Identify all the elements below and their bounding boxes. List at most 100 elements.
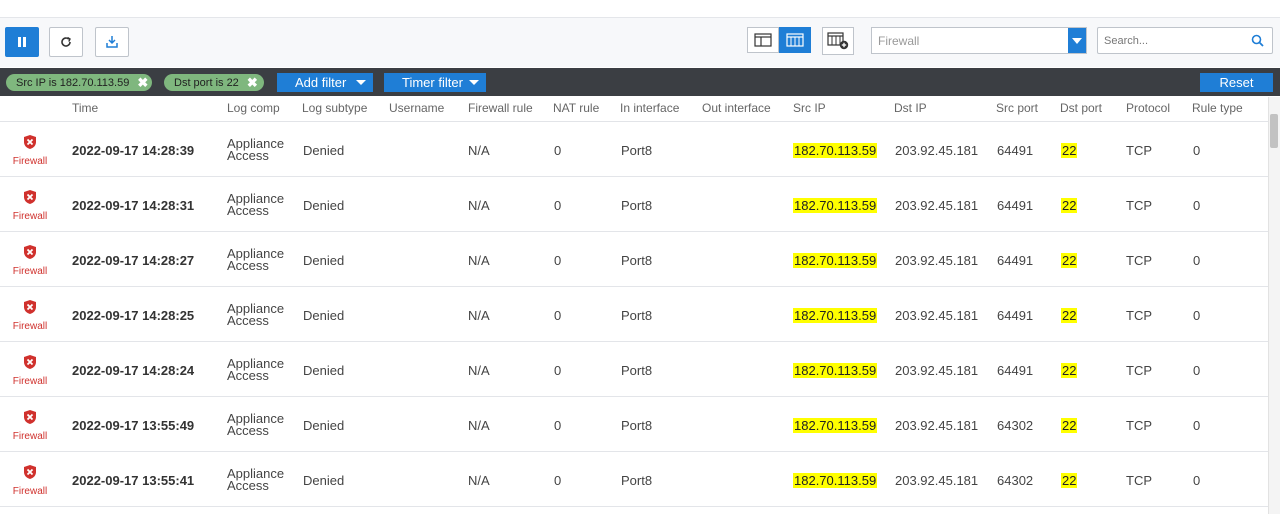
- cell-in-interface: Port8: [621, 418, 653, 433]
- cell-dst-ip: 203.92.45.181: [895, 473, 979, 488]
- cell-protocol: TCP: [1126, 418, 1152, 433]
- table-row[interactable]: Firewall 2022-09-17 14:28:24 Appliance Acce…: [0, 342, 1268, 397]
- cell-src-port: 64491: [997, 143, 1034, 158]
- cell-log-comp: Appliance Access: [227, 467, 284, 493]
- cell-time: 2022-09-17 13:55:41: [72, 473, 195, 488]
- cell-dst-ip: 203.92.45.181: [895, 143, 979, 158]
- table-row[interactable]: Firewall 2022-09-17 14:28:31 Appliance Acce…: [0, 177, 1268, 232]
- vertical-scrollbar[interactable]: [1268, 97, 1280, 514]
- add-filter-button[interactable]: Add filter: [277, 73, 373, 92]
- reset-button[interactable]: Reset: [1200, 73, 1273, 92]
- cell-src-ip: 182.70.113.59: [793, 143, 878, 158]
- module-label: Firewall: [12, 321, 48, 332]
- firewall-module: Firewall: [11, 134, 49, 167]
- log-comp-line2: Access: [227, 368, 269, 383]
- firewall-module: Firewall: [11, 189, 49, 222]
- log-type-select[interactable]: Firewall: [871, 27, 1087, 54]
- log-comp-line2: Access: [227, 423, 269, 438]
- log-comp-line2: Access: [227, 148, 269, 163]
- refresh-button[interactable]: [49, 27, 83, 57]
- add-column-button[interactable]: [822, 27, 854, 55]
- remove-filter-icon[interactable]: ✖: [247, 75, 258, 91]
- column-time[interactable]: Time: [72, 101, 98, 115]
- table-row[interactable]: Firewall 2022-09-17 13:55:41 Appliance Acce…: [0, 452, 1268, 507]
- cell-log-subtype: Denied: [303, 418, 345, 433]
- search-icon[interactable]: [1251, 34, 1264, 52]
- export-button[interactable]: [95, 27, 129, 57]
- cell-dst-ip: 203.92.45.181: [895, 363, 979, 378]
- filter-chip-src-ip[interactable]: Src IP is 182.70.113.59 ✖: [6, 74, 152, 91]
- column-nat-rule[interactable]: NAT rule: [553, 101, 599, 115]
- cell-nat-rule: 0: [554, 143, 562, 158]
- shield-icon: [22, 410, 38, 429]
- cell-log-comp: Appliance Access: [227, 192, 284, 217]
- cell-nat-rule: 0: [554, 418, 562, 433]
- column-out-interface[interactable]: Out interface: [702, 101, 771, 115]
- shield-icon: [22, 355, 38, 374]
- cell-firewall-rule: N/A: [468, 198, 490, 213]
- column-dst-port[interactable]: Dst port: [1060, 101, 1102, 115]
- shield-icon: [22, 135, 38, 154]
- cell-src-ip: 182.70.113.59: [793, 198, 878, 213]
- search-box[interactable]: [1097, 27, 1273, 54]
- module-label: Firewall: [12, 156, 48, 167]
- cell-in-interface: Port8: [621, 363, 653, 378]
- cell-nat-rule: 0: [554, 308, 562, 323]
- cell-dst-port: 22: [1061, 143, 1078, 158]
- pause-button[interactable]: [5, 27, 39, 57]
- shield-icon: [22, 190, 38, 209]
- table-row[interactable]: Firewall 2022-09-17 13:55:49 Appliance Acce…: [0, 397, 1268, 452]
- table-header: Time Log comp Log subtype Username Firew…: [0, 97, 1268, 122]
- top-strip: [0, 0, 1280, 18]
- cell-firewall-rule: N/A: [468, 308, 490, 323]
- add-filter-label: Add filter: [295, 75, 347, 90]
- grid-view-button[interactable]: [779, 27, 811, 53]
- column-src-port[interactable]: Src port: [996, 101, 1038, 115]
- cell-in-interface: Port8: [621, 473, 653, 488]
- column-log-subtype[interactable]: Log subtype: [302, 101, 367, 115]
- log-comp-line2: Access: [227, 313, 269, 328]
- cell-rule-type: 0: [1193, 363, 1201, 378]
- log-table-body: Firewall 2022-09-17 14:28:39 Appliance Acce…: [0, 122, 1268, 514]
- column-src-ip[interactable]: Src IP: [793, 101, 826, 115]
- search-input[interactable]: [1104, 32, 1244, 49]
- cell-time: 2022-09-17 14:28:25: [72, 308, 195, 323]
- table-row[interactable]: Firewall 2022-09-17 14:28:39 Appliance Acce…: [0, 122, 1268, 177]
- module-label: Firewall: [12, 266, 48, 277]
- cell-log-subtype: Denied: [303, 473, 345, 488]
- cell-log-comp: Appliance Access: [227, 357, 284, 383]
- cell-nat-rule: 0: [554, 198, 562, 213]
- chevron-down-icon: [356, 80, 366, 85]
- table-row[interactable]: Firewall 2022-09-17 14:28:25 Appliance Acce…: [0, 287, 1268, 342]
- column-protocol[interactable]: Protocol: [1126, 101, 1170, 115]
- detail-view-button[interactable]: [747, 27, 779, 53]
- cell-rule-type: 0: [1193, 253, 1201, 268]
- filter-chip-dst-port[interactable]: Dst port is 22 ✖: [164, 74, 264, 91]
- cell-time: 2022-09-17 14:28:24: [72, 363, 195, 378]
- column-log-comp[interactable]: Log comp: [227, 101, 280, 115]
- cell-firewall-rule: N/A: [468, 363, 490, 378]
- export-icon: [106, 36, 118, 48]
- cell-protocol: TCP: [1126, 308, 1152, 323]
- module-label: Firewall: [12, 211, 48, 222]
- column-rule-type[interactable]: Rule type: [1192, 101, 1243, 115]
- column-in-interface[interactable]: In interface: [620, 101, 679, 115]
- module-label: Firewall: [12, 486, 48, 497]
- remove-filter-icon[interactable]: ✖: [137, 75, 148, 91]
- column-username[interactable]: Username: [389, 101, 444, 115]
- timer-filter-label: Timer filter: [402, 75, 463, 90]
- table-row[interactable]: Firewall 2022-09-17 14:28:27 Appliance Acce…: [0, 232, 1268, 287]
- toolbar: Firewall: [0, 18, 1280, 67]
- cell-src-port: 64302: [997, 418, 1034, 433]
- column-dst-ip[interactable]: Dst IP: [894, 101, 927, 115]
- log-comp-line2: Access: [227, 478, 269, 493]
- chevron-down-icon[interactable]: [1068, 28, 1086, 53]
- grid-view-icon: [786, 33, 804, 47]
- scrollbar-thumb[interactable]: [1270, 114, 1278, 148]
- shield-icon: [22, 300, 38, 319]
- timer-filter-button[interactable]: Timer filter: [384, 73, 486, 92]
- cell-dst-port: 22: [1061, 473, 1078, 488]
- cell-log-subtype: Denied: [303, 253, 345, 268]
- cell-protocol: TCP: [1126, 198, 1152, 213]
- column-firewall-rule[interactable]: Firewall rule: [468, 101, 533, 115]
